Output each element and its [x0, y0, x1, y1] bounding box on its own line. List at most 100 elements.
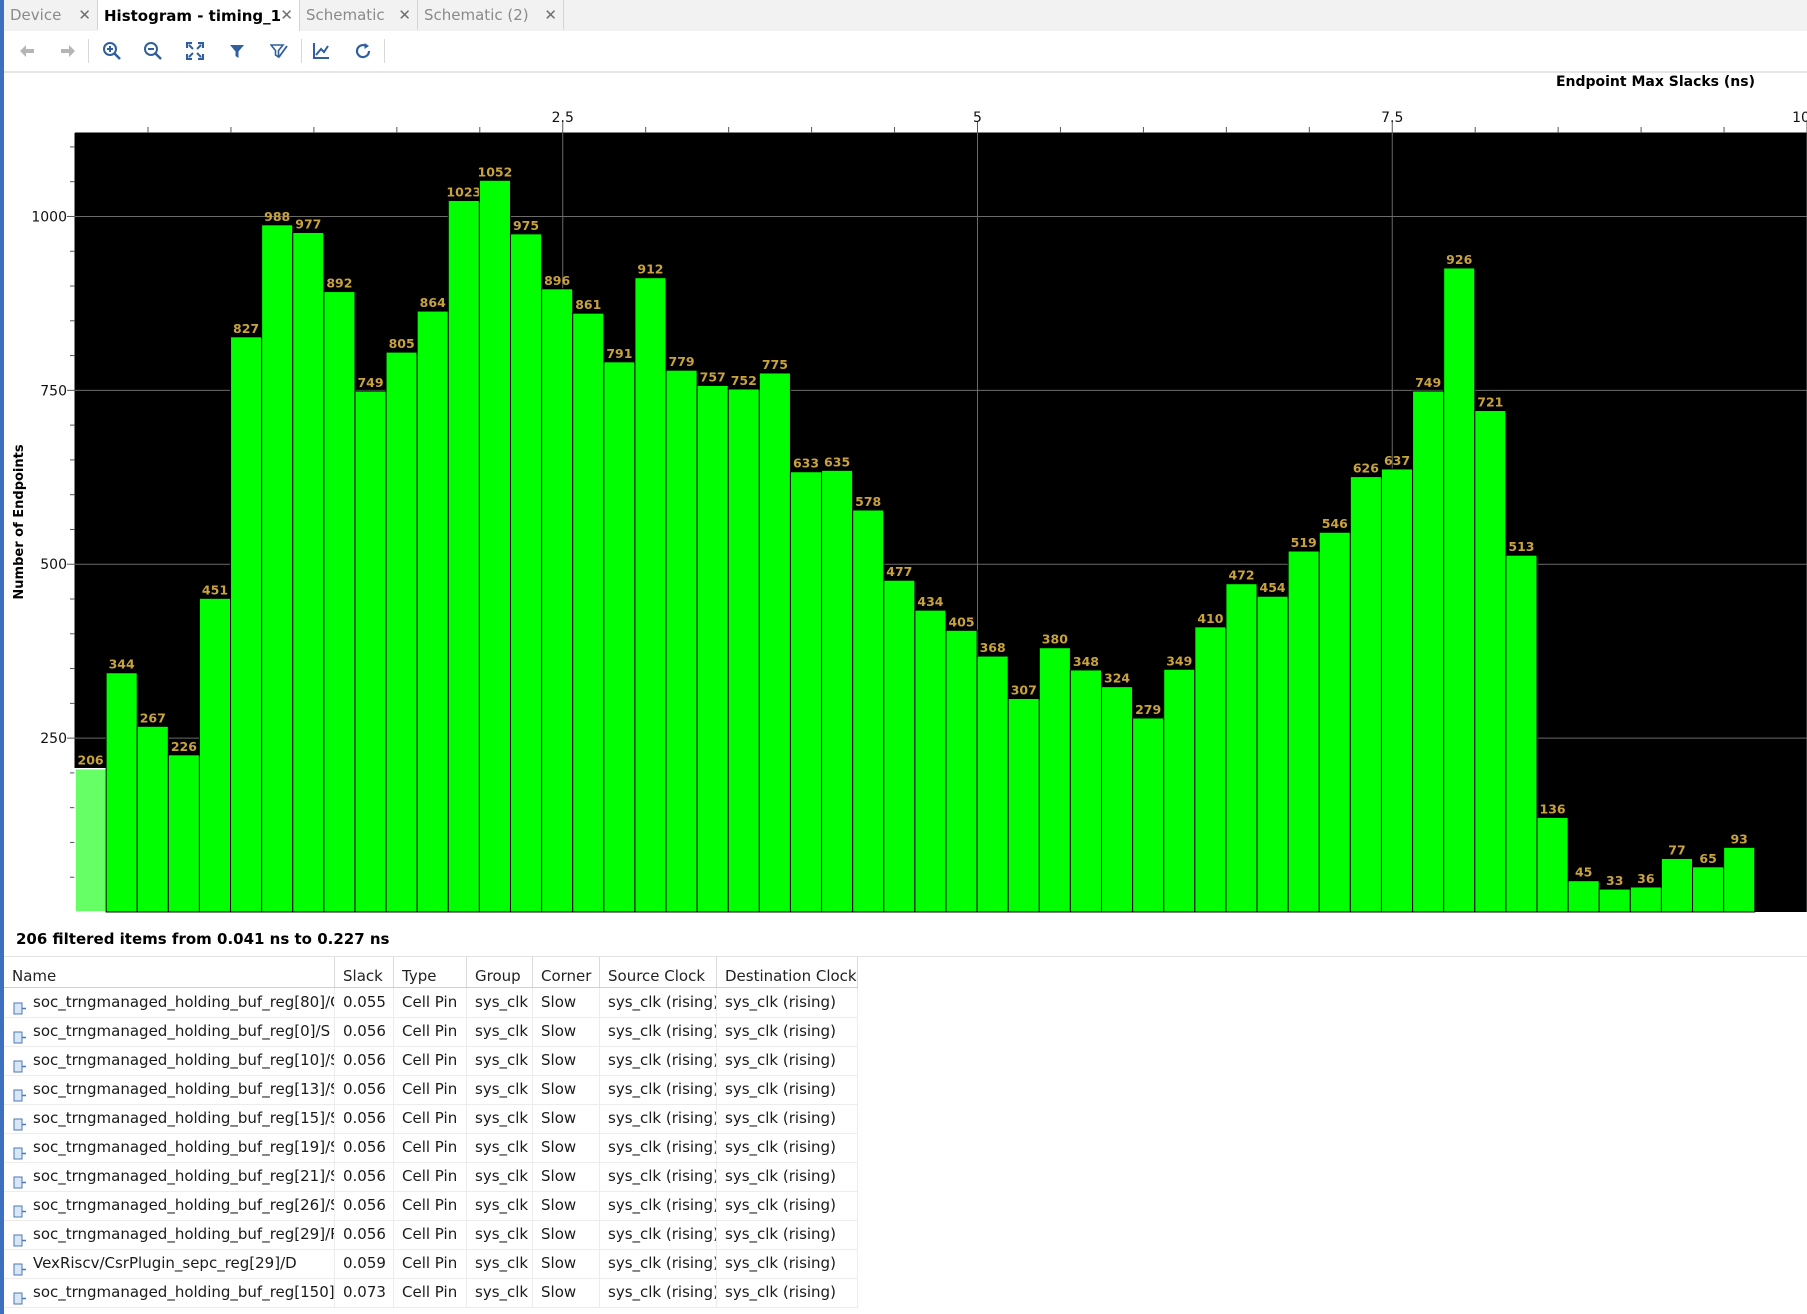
histogram-bar[interactable] — [883, 579, 916, 913]
histogram-bar[interactable] — [385, 351, 418, 913]
cell-text: sys_clk (rising) — [725, 1022, 836, 1040]
histogram-bar[interactable] — [478, 179, 511, 913]
histogram-bar[interactable] — [1412, 390, 1445, 913]
table-cell: soc_trngmanaged_holding_buf_reg[21]/S — [4, 1162, 335, 1191]
table-cell: sys_clk — [467, 1133, 533, 1162]
histogram-bar[interactable] — [1380, 468, 1414, 913]
cell-text: sys_clk (rising) — [725, 1196, 836, 1214]
cell-text: sys_clk (rising) — [608, 1138, 717, 1156]
histogram-bar[interactable] — [1163, 668, 1196, 913]
column-header[interactable]: Name — [4, 957, 335, 987]
histogram-bar[interactable] — [1723, 846, 1756, 913]
histogram-bar[interactable] — [603, 361, 636, 913]
cell-text: sys_clk (rising) — [608, 1080, 717, 1098]
histogram-bar[interactable] — [852, 509, 885, 913]
histogram-bar[interactable] — [727, 388, 760, 913]
histogram-bar[interactable] — [1225, 583, 1258, 913]
cell-text: sys_clk (rising) — [725, 1225, 836, 1243]
cell-text: VexRiscv/CsrPlugin_sepc_reg[29]/D — [33, 1254, 297, 1272]
histogram-bar[interactable] — [914, 609, 947, 913]
bar-value-label: 975 — [513, 218, 539, 233]
cell-text: 0.056 — [343, 1225, 386, 1243]
histogram-bar[interactable] — [136, 725, 169, 913]
histogram-bar[interactable] — [1474, 410, 1507, 913]
histogram-bar[interactable] — [1318, 531, 1351, 913]
bar-value-label: 749 — [1415, 375, 1441, 390]
table-row[interactable]: soc_trngmanaged_holding_buf_reg[15]/S 0.0… — [4, 1104, 858, 1134]
table-row[interactable]: soc_trngmanaged_holding_buf_reg[80]/CE 0.… — [4, 988, 858, 1018]
endpoints-table: Name Slack Type Group Corner Source Clock Dest… — [4, 957, 1807, 1314]
histogram-bar[interactable] — [789, 471, 823, 913]
histogram-bar[interactable] — [1256, 595, 1289, 913]
table-row[interactable]: soc_trngmanaged_holding_buf_reg[21]/S 0.0… — [4, 1162, 858, 1192]
table-row[interactable]: soc_trngmanaged_holding_buf_reg[13]/S 0.0… — [4, 1075, 858, 1105]
bar-value-label: 279 — [1135, 702, 1161, 717]
table-cell: Cell Pin — [394, 1249, 467, 1278]
histogram-bar[interactable] — [1287, 550, 1320, 913]
table-cell: 0.073 — [335, 1278, 394, 1307]
histogram-bar[interactable] — [105, 672, 138, 913]
cell-text: soc_trngmanaged_holding_buf_reg[150]/CE — [33, 1283, 335, 1301]
histogram-bar[interactable] — [416, 310, 449, 913]
histogram-bar[interactable] — [323, 291, 356, 913]
table-cell: sys_clk (rising) — [600, 1249, 717, 1278]
histogram-bar[interactable] — [1132, 717, 1165, 913]
histogram-bar[interactable] — [634, 277, 667, 913]
bar-value-label: 1023 — [446, 184, 481, 199]
histogram-bar[interactable] — [821, 469, 854, 913]
histogram-bar[interactable] — [945, 629, 978, 913]
histogram-bar[interactable] — [1629, 886, 1662, 913]
column-header[interactable]: Source Clock — [600, 957, 717, 987]
bar-value-label: 45 — [1575, 865, 1592, 880]
table-row[interactable]: soc_trngmanaged_holding_buf_reg[10]/S 0.0… — [4, 1046, 858, 1076]
table-row[interactable]: VexRiscv/CsrPlugin_sepc_reg[29]/D 0.059 Ce… — [4, 1249, 858, 1279]
table-cell: sys_clk (rising) — [717, 1075, 858, 1104]
histogram-bar[interactable] — [74, 767, 107, 913]
column-header[interactable]: Slack — [335, 957, 394, 987]
column-header[interactable]: Group — [467, 957, 533, 987]
column-header[interactable]: Type — [394, 957, 467, 987]
table-row[interactable]: soc_trngmanaged_holding_buf_reg[0]/S 0.05… — [4, 1017, 858, 1047]
histogram-bar[interactable] — [1567, 880, 1600, 913]
histogram-bar[interactable] — [572, 312, 605, 913]
table-cell: Cell Pin — [394, 988, 467, 1017]
table-cell: 0.056 — [335, 1162, 394, 1191]
y-tick-label: 750 — [40, 383, 67, 399]
histogram-bar[interactable] — [1069, 669, 1103, 913]
histogram-bar[interactable] — [198, 597, 232, 913]
histogram-bar[interactable] — [1101, 686, 1134, 913]
bar-value-label: 1052 — [478, 164, 513, 179]
histogram-bar[interactable] — [230, 336, 263, 913]
histogram-bar[interactable] — [1536, 816, 1569, 913]
cell-text: sys_clk — [475, 1080, 529, 1098]
bar-value-label: 348 — [1073, 654, 1099, 669]
table-cell: Cell Pin — [394, 1104, 467, 1133]
histogram-bar[interactable] — [665, 369, 698, 913]
histogram-bar[interactable] — [1660, 857, 1694, 913]
histogram-bar[interactable] — [1007, 697, 1040, 913]
histogram-bar[interactable] — [696, 384, 729, 913]
histogram-bar[interactable] — [354, 390, 387, 913]
histogram-bar[interactable] — [292, 231, 325, 913]
histogram-bar[interactable] — [976, 655, 1009, 913]
histogram-bar[interactable] — [261, 224, 294, 913]
table-row[interactable]: soc_trngmanaged_holding_buf_reg[150]/CE 0… — [4, 1278, 858, 1308]
histogram-bar[interactable] — [1349, 476, 1382, 913]
histogram-bar[interactable] — [1194, 626, 1227, 913]
histogram-bar[interactable] — [541, 288, 574, 913]
table-row[interactable]: soc_trngmanaged_holding_buf_reg[19]/S 0.0… — [4, 1133, 858, 1163]
bar-value-label: 861 — [575, 297, 601, 312]
histogram-bar[interactable] — [1598, 888, 1631, 913]
histogram-bar[interactable] — [1505, 554, 1538, 913]
table-row[interactable]: soc_trngmanaged_holding_buf_reg[26]/S 0.0… — [4, 1191, 858, 1221]
histogram-bar[interactable] — [1038, 647, 1071, 913]
column-header[interactable]: Destination Clock — [717, 957, 858, 987]
histogram-bar[interactable] — [509, 233, 543, 913]
histogram-bar[interactable] — [447, 199, 480, 913]
table-row[interactable]: soc_trngmanaged_holding_buf_reg[29]/R 0.0… — [4, 1220, 858, 1250]
histogram-bar[interactable] — [1443, 267, 1476, 913]
histogram-bar[interactable] — [758, 372, 791, 913]
histogram-bar[interactable] — [1692, 866, 1725, 913]
histogram-bar[interactable] — [167, 754, 200, 913]
column-header[interactable]: Corner — [533, 957, 600, 987]
